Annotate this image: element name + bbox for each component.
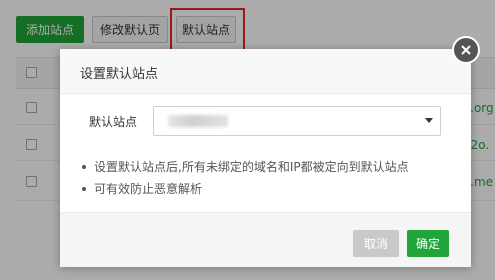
confirm-button[interactable]: 确定 <box>407 230 449 257</box>
tip-item: 可有效防止恶意解析 <box>82 179 409 201</box>
close-icon <box>461 45 471 55</box>
default-site-label: 默认站点 <box>89 115 138 129</box>
dialog-header: 设置默认站点 <box>60 49 471 94</box>
selected-site-value <box>168 115 228 127</box>
default-site-select[interactable] <box>153 106 441 136</box>
dialog-title: 设置默认站点 <box>80 67 159 82</box>
cancel-button[interactable]: 取消 <box>353 230 399 257</box>
set-default-site-dialog: 设置默认站点 默认站点 设置默认站点后,所有未绑定的域名和IP都被定向到默认站点… <box>60 49 471 267</box>
close-dialog-button[interactable] <box>452 36 480 64</box>
tip-item: 设置默认站点后,所有未绑定的域名和IP都被定向到默认站点 <box>82 157 409 179</box>
dropdown-caret-icon <box>425 118 433 123</box>
tips-list: 设置默认站点后,所有未绑定的域名和IP都被定向到默认站点 可有效防止恶意解析 <box>82 157 409 201</box>
